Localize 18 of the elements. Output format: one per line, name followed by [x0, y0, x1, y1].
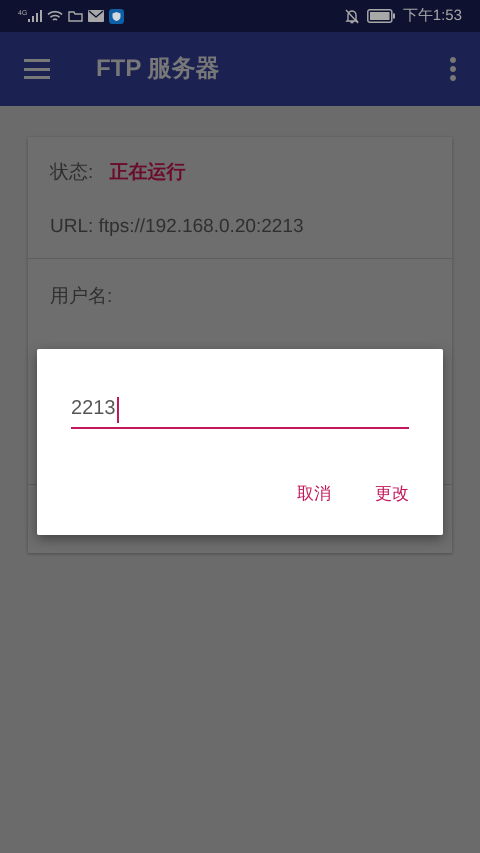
status-label: 状态: [50, 161, 94, 185]
more-options-button[interactable] [450, 57, 456, 81]
wifi-icon [47, 10, 64, 22]
app-title: FTP 服务器 [96, 54, 221, 84]
folder-icon [68, 10, 84, 22]
bell-off-icon [344, 8, 359, 24]
port-input[interactable]: 2213 [71, 393, 409, 429]
username-label: 用户名: [50, 285, 114, 309]
menu-button[interactable] [24, 59, 50, 79]
clock-time: 下午1:53 [402, 6, 462, 26]
text-cursor [116, 397, 118, 423]
status-value: 正在运行 [109, 161, 186, 185]
battery-icon [366, 9, 395, 23]
shield-icon [109, 8, 124, 24]
confirm-button[interactable]: 更改 [365, 475, 419, 512]
cancel-button[interactable]: 取消 [287, 475, 341, 512]
server-url: URL: ftps://192.168.0.20:2213 [50, 214, 305, 238]
mail-icon [88, 10, 104, 22]
